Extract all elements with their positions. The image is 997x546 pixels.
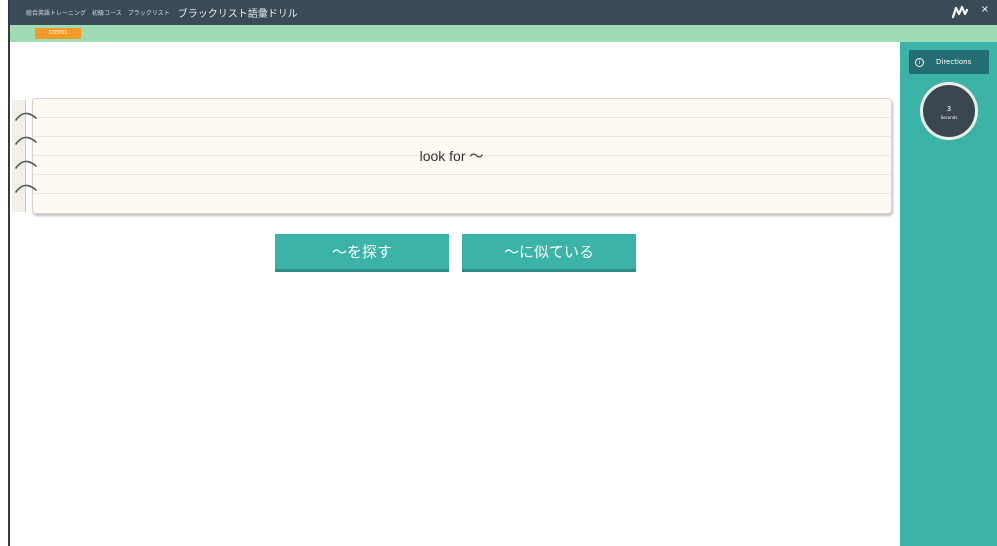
directions-label: Directions bbox=[936, 58, 972, 66]
breadcrumb-item[interactable]: ブラックリスト bbox=[128, 8, 170, 17]
timer-unit: Seconds bbox=[940, 115, 958, 120]
app-logo-icon bbox=[952, 5, 968, 19]
countdown-timer: 3 Seconds bbox=[920, 82, 978, 140]
main-area: look for ～ ～を探す ～に似ている bbox=[12, 42, 900, 546]
answer-choices: ～を探す ～に似ている bbox=[12, 234, 900, 274]
answer-button[interactable]: ～に似ている bbox=[462, 234, 636, 272]
prompt-word: look for ～ bbox=[419, 148, 484, 164]
sidebar: i Directions 3 Seconds bbox=[900, 42, 997, 546]
directions-button[interactable]: i Directions bbox=[909, 50, 989, 74]
info-icon: i bbox=[915, 57, 924, 67]
answer-button[interactable]: ～を探す bbox=[275, 234, 449, 272]
timer-value: 3 bbox=[946, 105, 952, 113]
app-title: ブラックリスト語彙ドリル bbox=[177, 9, 298, 20]
breadcrumb-item[interactable]: 総合英語トレーニング bbox=[26, 8, 86, 17]
step-badge: STEP01 bbox=[35, 28, 81, 39]
close-icon[interactable]: × bbox=[981, 4, 989, 15]
breadcrumb: 総合英語トレーニング 初級コース ブラックリスト ブラックリスト語彙ドリル bbox=[26, 5, 298, 20]
breadcrumb-item[interactable]: 初級コース bbox=[92, 8, 122, 17]
word-card: look for ～ bbox=[12, 98, 892, 214]
step-bar: STEP01 bbox=[10, 25, 997, 42]
title-bar: 総合英語トレーニング 初級コース ブラックリスト ブラックリスト語彙ドリル × bbox=[10, 0, 997, 25]
window-left-edge bbox=[0, 0, 10, 546]
